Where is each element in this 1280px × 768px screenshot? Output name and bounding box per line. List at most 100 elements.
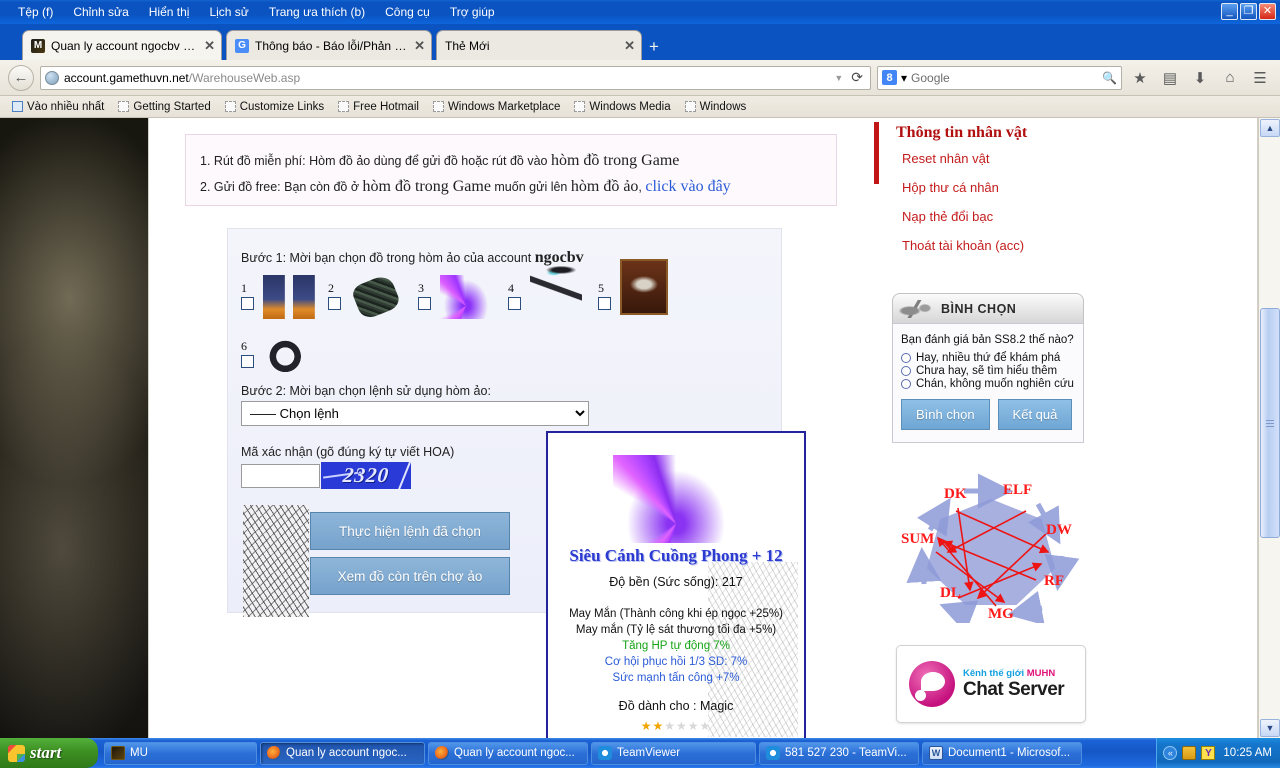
- menu-item-history[interactable]: Lịch sử: [199, 3, 258, 21]
- browser-tab-3[interactable]: Thẻ Mới ✕: [436, 30, 642, 60]
- bookmark-free-hotmail[interactable]: Free Hotmail: [332, 100, 425, 114]
- item-slot-1[interactable]: 1: [241, 275, 315, 319]
- bookmark-windows-marketplace[interactable]: Windows Marketplace: [427, 100, 566, 114]
- bookmark-label: Windows Media: [589, 100, 671, 113]
- download-icon[interactable]: ⬇: [1188, 66, 1212, 90]
- sidebar-item-logout[interactable]: Thoát tài khoản (acc): [892, 231, 1102, 260]
- sidebar-heading[interactable]: Thông tin nhân vật: [892, 118, 1102, 144]
- close-button[interactable]: ✕: [1259, 3, 1276, 20]
- vote-button[interactable]: Bình chọn: [901, 399, 990, 430]
- page-vertical-scrollbar[interactable]: ▲ ▼: [1258, 118, 1280, 738]
- taskbar-clock[interactable]: 10:25 AM: [1223, 747, 1272, 759]
- scroll-up-button[interactable]: ▲: [1260, 119, 1280, 137]
- click-here-link[interactable]: click vào đây: [645, 178, 730, 195]
- taskbar-item-firefox-2[interactable]: Quan ly account ngoc...: [428, 741, 588, 765]
- taskbar-item-label: 581 527 230 - TeamVi...: [785, 747, 907, 759]
- poll-option-2[interactable]: Chưa hay, sẽ tìm hiểu thêm: [901, 365, 1075, 377]
- item-checkbox-3[interactable]: [418, 297, 431, 310]
- captcha-code-text: 2320: [341, 463, 391, 487]
- sidebar-item-topup[interactable]: Nạp thẻ đổi bạc: [892, 202, 1102, 231]
- menu-item-bookmarks[interactable]: Trang ưa thích (b): [259, 3, 375, 21]
- home-icon[interactable]: ⌂: [1218, 66, 1242, 90]
- menu-item-file[interactable]: Tệp (f): [8, 3, 63, 21]
- star-empty-icon: ★★★★: [664, 719, 712, 733]
- item-slot-6[interactable]: 6: [241, 326, 315, 380]
- start-button[interactable]: start: [0, 738, 98, 768]
- chat-server-banner[interactable]: Kênh thế giới MUHN Chat Server: [896, 645, 1086, 723]
- reader-icon[interactable]: ▤: [1158, 66, 1182, 90]
- url-bar[interactable]: account.gamethuvn.net/WarehouseWeb.asp ▼…: [40, 65, 871, 90]
- notice-line-2-mid: muốn gửi lên: [490, 180, 571, 194]
- google-favicon-icon: G: [235, 38, 249, 53]
- radio-icon[interactable]: [901, 366, 911, 376]
- minimize-button[interactable]: _: [1221, 3, 1238, 20]
- taskbar-item-teamviewer-session[interactable]: 581 527 230 - TeamVi...: [759, 741, 919, 765]
- reload-icon[interactable]: ⟳: [848, 69, 866, 86]
- tab-close-icon[interactable]: ✕: [624, 38, 635, 54]
- bookmark-windows[interactable]: Windows: [679, 100, 753, 114]
- bookmark-windows-media[interactable]: Windows Media: [568, 100, 676, 114]
- tray-expand-icon[interactable]: «: [1163, 746, 1178, 760]
- captcha-input[interactable]: [241, 464, 320, 488]
- search-engine-chevron-icon[interactable]: ▾: [901, 71, 907, 85]
- item-checkbox-6[interactable]: [241, 355, 254, 368]
- node-label-dw: DW: [1046, 522, 1072, 538]
- poll-option-3[interactable]: Chán, không muốn nghiên cứu: [901, 378, 1075, 390]
- magnifier-icon[interactable]: 🔍: [1102, 71, 1117, 85]
- taskbar-item-mu[interactable]: MU: [104, 741, 257, 765]
- item-slot-2[interactable]: 2: [328, 272, 402, 322]
- execute-command-button[interactable]: Thực hiện lệnh đã chọn: [310, 512, 510, 550]
- search-input[interactable]: Google: [911, 71, 1098, 85]
- boots-icon: [263, 275, 315, 319]
- poll-question: Bạn đánh giá bản SS8.2 thế nào?: [901, 334, 1074, 346]
- browser-tab-1[interactable]: M Quan ly account ngocbv MU S... ✕: [22, 30, 222, 60]
- browser-tab-2[interactable]: G Thông báo - Báo lỗi/Phản hồi ... ✕: [226, 30, 432, 60]
- item-checkbox-4[interactable]: [508, 297, 521, 310]
- bookmarks-bar: Vào nhiều nhất Getting Started Customize…: [0, 96, 1280, 118]
- hamburger-menu-icon[interactable]: ☰: [1248, 66, 1272, 90]
- item-slot-3[interactable]: 3: [418, 275, 492, 319]
- view-market-items-button[interactable]: Xem đồ còn trên chợ ảo: [310, 557, 510, 595]
- sidebar-item-mailbox[interactable]: Hộp thư cá nhân: [892, 173, 1102, 202]
- item-slot-5[interactable]: 5: [598, 259, 672, 315]
- radio-icon[interactable]: [901, 379, 911, 389]
- result-button[interactable]: Kết quả: [997, 399, 1073, 430]
- new-tab-button[interactable]: +: [642, 34, 666, 60]
- item-checkbox-5[interactable]: [598, 297, 611, 310]
- y-tray-icon[interactable]: Y: [1201, 746, 1216, 760]
- radio-icon[interactable]: [901, 353, 911, 363]
- menu-item-tools[interactable]: Công cụ: [375, 3, 440, 21]
- bookmark-star-icon[interactable]: ★: [1128, 66, 1152, 90]
- menu-item-view[interactable]: Hiển thị: [139, 3, 200, 21]
- restore-button[interactable]: ❐: [1240, 3, 1257, 20]
- taskbar-item-teamviewer[interactable]: TeamViewer: [591, 741, 756, 765]
- search-bar[interactable]: 8 ▾ Google 🔍: [877, 65, 1122, 90]
- item-checkbox-1[interactable]: [241, 297, 254, 310]
- bookmark-getting-started[interactable]: Getting Started: [112, 100, 216, 114]
- shield-icon[interactable]: [1182, 746, 1197, 760]
- item-slot-4[interactable]: 4: [508, 255, 582, 323]
- bookmark-most-visited[interactable]: Vào nhiều nhất: [6, 100, 110, 114]
- bookmark-icon: [118, 101, 130, 112]
- command-select[interactable]: —— Chọn lệnh: [241, 401, 589, 426]
- chevron-down-icon[interactable]: ▼: [834, 73, 843, 83]
- poll-widget: BÌNH CHỌN Bạn đánh giá bản SS8.2 thế nào…: [892, 293, 1084, 443]
- sidebar-item-reset[interactable]: Reset nhân vật: [892, 144, 1102, 173]
- scrollbar-thumb[interactable]: [1260, 308, 1280, 538]
- scythe-icon: [530, 255, 582, 323]
- taskbar-item-word[interactable]: W Document1 - Microsof...: [922, 741, 1082, 765]
- tab-close-icon[interactable]: ✕: [414, 38, 425, 54]
- menu-item-help[interactable]: Trợ giúp: [440, 3, 505, 21]
- scroll-down-button[interactable]: ▼: [1260, 719, 1280, 737]
- node-label-dk: DK: [944, 486, 967, 502]
- taskbar-item-label: Quan ly account ngoc...: [286, 747, 407, 759]
- taskbar-item-firefox-1[interactable]: Quan ly account ngoc...: [260, 741, 425, 765]
- poll-option-1[interactable]: Hay, nhiều thứ để khám phá: [901, 352, 1075, 364]
- bookmark-customize-links[interactable]: Customize Links: [219, 100, 330, 114]
- poll-option-label: Hay, nhiều thứ để khám phá: [916, 352, 1061, 364]
- menu-item-edit[interactable]: Chỉnh sửa: [63, 3, 138, 21]
- tab-close-icon[interactable]: ✕: [204, 38, 215, 54]
- item-slot-row-2: 6: [241, 326, 441, 383]
- back-arrow-icon[interactable]: ←: [8, 64, 34, 91]
- item-checkbox-2[interactable]: [328, 297, 341, 310]
